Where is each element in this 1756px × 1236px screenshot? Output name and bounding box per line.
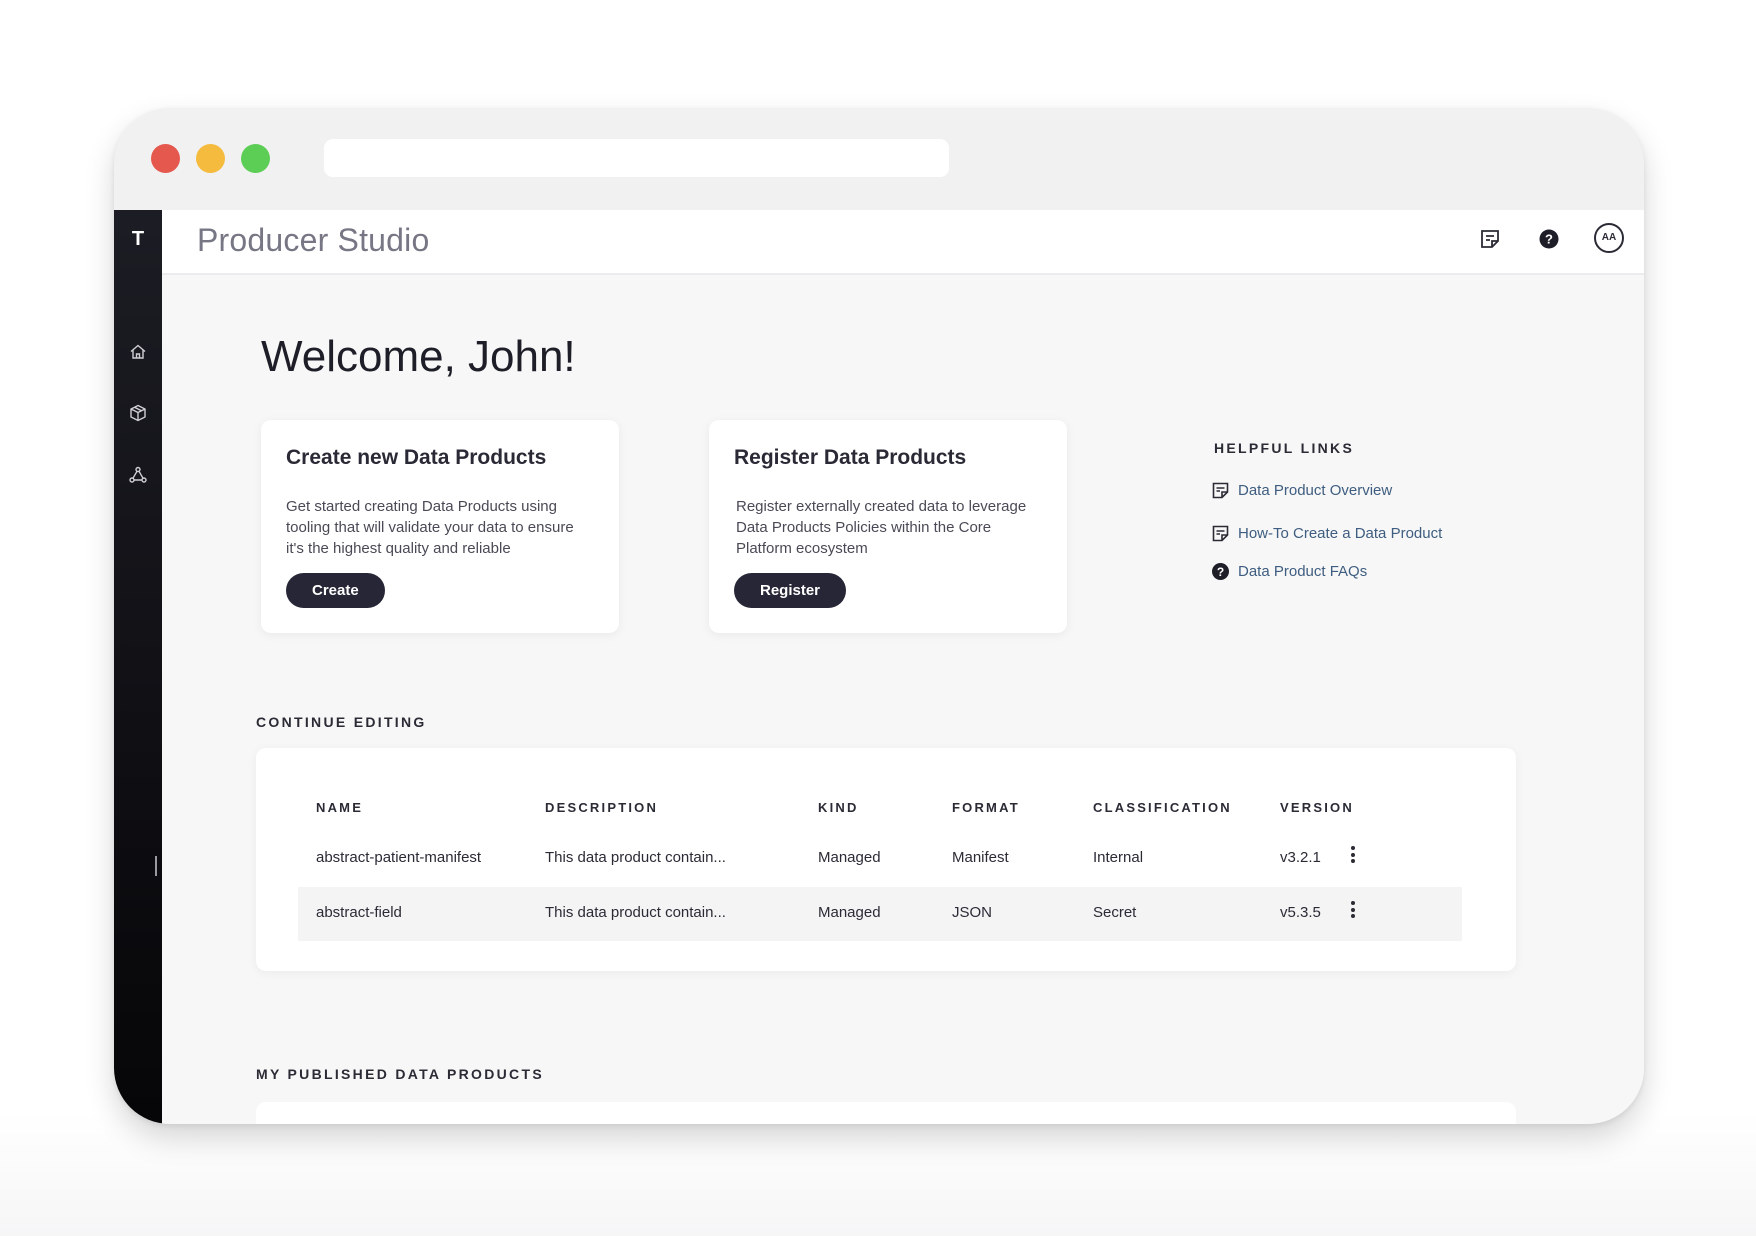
- link-data-product-overview[interactable]: Data Product Overview: [1211, 481, 1392, 500]
- table-row[interactable]: abstract-patient-manifest This data prod…: [298, 832, 1462, 886]
- cell-classification: Internal: [1093, 849, 1144, 866]
- register-button[interactable]: Register: [734, 573, 847, 608]
- svg-text:?: ?: [1545, 232, 1553, 247]
- published-title: MY PUBLISHED DATA PRODUCTS: [256, 1066, 544, 1082]
- app-title: Producer Studio: [197, 222, 430, 258]
- published-table: [256, 1102, 1516, 1124]
- doc-icon: [1212, 482, 1229, 499]
- app-logo[interactable]: T: [114, 228, 162, 251]
- cell-version: v3.2.1: [1280, 849, 1321, 866]
- helpful-links-title: HELPFUL LINKS: [1214, 440, 1355, 456]
- cell-version: v5.3.5: [1280, 904, 1321, 921]
- cube-icon[interactable]: [128, 403, 148, 423]
- register-card-body: Register externally created data to leve…: [736, 498, 1027, 557]
- link-how-to-create[interactable]: How-To Create a Data Product: [1211, 524, 1442, 543]
- cell-format: Manifest: [952, 849, 1009, 866]
- more-options-icon[interactable]: [1349, 846, 1357, 868]
- cell-kind: Managed: [818, 904, 881, 921]
- col-kind[interactable]: KIND: [818, 800, 859, 815]
- resize-handle[interactable]: [155, 856, 157, 876]
- help-icon: ?: [1212, 563, 1229, 580]
- create-button[interactable]: Create: [286, 573, 385, 608]
- avatar[interactable]: AA: [1594, 223, 1624, 253]
- col-format[interactable]: FORMAT: [952, 800, 1020, 815]
- create-card: Create new Data Products Get started cre…: [261, 420, 619, 633]
- maximize-window-button[interactable]: [241, 144, 270, 173]
- app-shell: T Producer Studio ? AA Welcome, John! Cr…: [114, 210, 1644, 1124]
- col-name[interactable]: NAME: [316, 800, 363, 815]
- top-bar: Producer Studio ? AA: [162, 210, 1644, 275]
- register-card-title: Register Data Products: [734, 446, 967, 469]
- side-rail: T: [114, 210, 162, 1124]
- continue-editing-title: CONTINUE EDITING: [256, 714, 427, 730]
- home-icon[interactable]: [128, 342, 148, 362]
- page-title: Welcome, John!: [261, 332, 576, 381]
- create-card-title: Create new Data Products: [286, 446, 547, 469]
- cell-format: JSON: [952, 904, 993, 921]
- cell-name[interactable]: abstract-patient-manifest: [316, 849, 481, 866]
- col-version[interactable]: VERSION: [1280, 800, 1354, 815]
- table-row[interactable]: abstract-field This data product contain…: [298, 887, 1462, 941]
- close-window-button[interactable]: [151, 144, 180, 173]
- minimize-window-button[interactable]: [196, 144, 225, 173]
- continue-editing-table: NAME DESCRIPTION KIND FORMAT CLASSIFICAT…: [256, 748, 1516, 971]
- register-card: Register Data Products Register external…: [709, 420, 1067, 633]
- notes-icon[interactable]: [1477, 226, 1503, 252]
- browser-window: T Producer Studio ? AA Welcome, John! Cr…: [114, 108, 1644, 1124]
- cell-classification: Secret: [1093, 904, 1137, 921]
- link-faqs[interactable]: ? Data Product FAQs: [1211, 562, 1367, 581]
- network-icon[interactable]: [128, 465, 148, 485]
- svg-text:?: ?: [1217, 565, 1224, 579]
- help-icon[interactable]: ?: [1536, 226, 1562, 252]
- cell-description: This data product contain...: [545, 904, 726, 921]
- more-options-icon[interactable]: [1349, 901, 1357, 923]
- doc-icon: [1212, 525, 1229, 542]
- address-bar[interactable]: [324, 139, 949, 177]
- helpful-links: HELPFUL LINKS Data Product Overview How-…: [1212, 440, 1442, 580]
- col-classification[interactable]: CLASSIFICATION: [1093, 800, 1232, 815]
- create-card-body: Get started creating Data Products using…: [286, 498, 574, 557]
- cell-description: This data product contain...: [545, 849, 726, 866]
- link-label[interactable]: Data Product Overview: [1238, 482, 1392, 499]
- link-label[interactable]: How-To Create a Data Product: [1238, 525, 1442, 542]
- col-description[interactable]: DESCRIPTION: [545, 800, 658, 815]
- cell-name[interactable]: abstract-field: [316, 904, 402, 921]
- link-label[interactable]: Data Product FAQs: [1238, 563, 1367, 580]
- cell-kind: Managed: [818, 849, 881, 866]
